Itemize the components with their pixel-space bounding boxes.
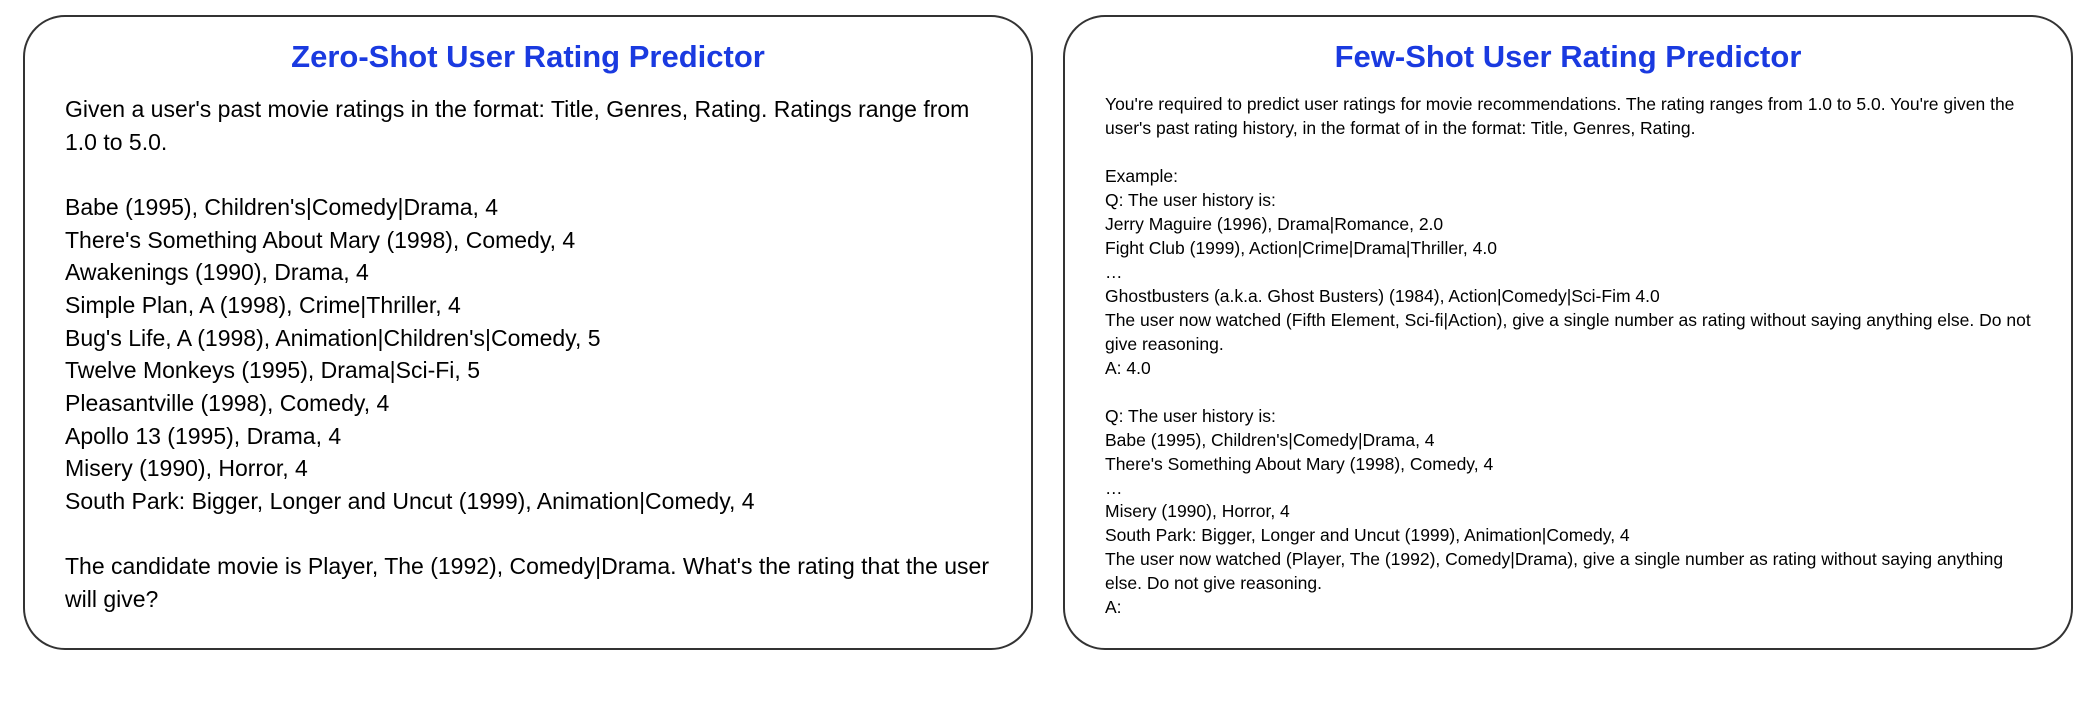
few-shot-title: Few-Shot User Rating Predictor	[1105, 39, 2031, 75]
few-shot-card: Few-Shot User Rating Predictor You're re…	[1063, 15, 2073, 650]
zero-shot-body: Given a user's past movie ratings in the…	[65, 93, 991, 616]
few-shot-body: You're required to predict user ratings …	[1105, 93, 2031, 620]
zero-shot-title: Zero-Shot User Rating Predictor	[65, 39, 991, 75]
zero-shot-card: Zero-Shot User Rating Predictor Given a …	[23, 15, 1033, 650]
